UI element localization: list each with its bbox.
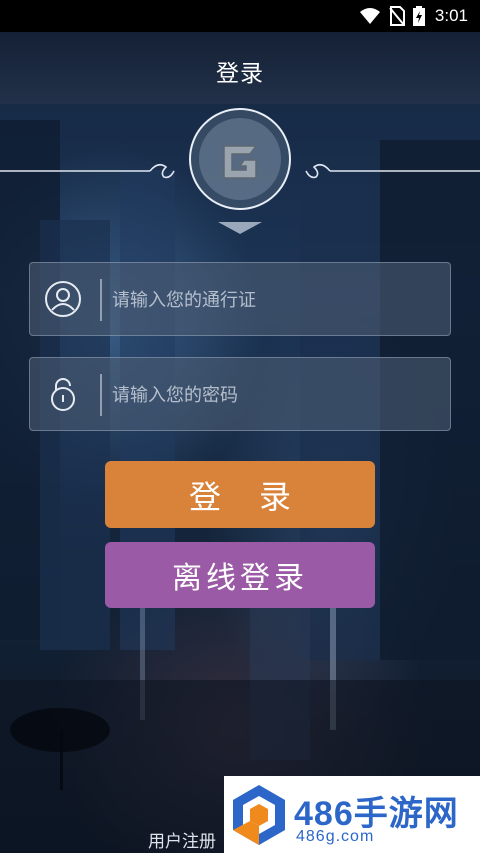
- field-divider: [100, 279, 102, 321]
- password-input[interactable]: [110, 374, 444, 416]
- register-link[interactable]: 用户注册: [148, 827, 216, 852]
- title-bar: 登录: [0, 32, 480, 104]
- password-field[interactable]: [29, 357, 451, 431]
- watermark-logo: [233, 785, 285, 845]
- watermark-subtitle: 486g.com: [296, 828, 375, 845]
- no-sim-icon: [389, 6, 405, 26]
- watermark: 486手游网 486g.com: [224, 776, 480, 853]
- user-icon: [45, 281, 81, 317]
- app-logo-icon: [223, 145, 258, 179]
- username-field[interactable]: [29, 262, 451, 336]
- lock-icon: [51, 378, 75, 411]
- field-divider: [100, 374, 102, 416]
- page-title: 登录: [216, 61, 264, 87]
- login-button[interactable]: 登录: [105, 461, 375, 528]
- offline-login-button[interactable]: 离线登录: [105, 542, 375, 608]
- clock: 3:01: [434, 6, 468, 25]
- username-input[interactable]: [110, 279, 444, 321]
- logo-area: [0, 104, 480, 244]
- wifi-icon: [359, 8, 380, 24]
- status-bar: 3:01: [0, 0, 480, 32]
- battery-icon: [412, 6, 425, 26]
